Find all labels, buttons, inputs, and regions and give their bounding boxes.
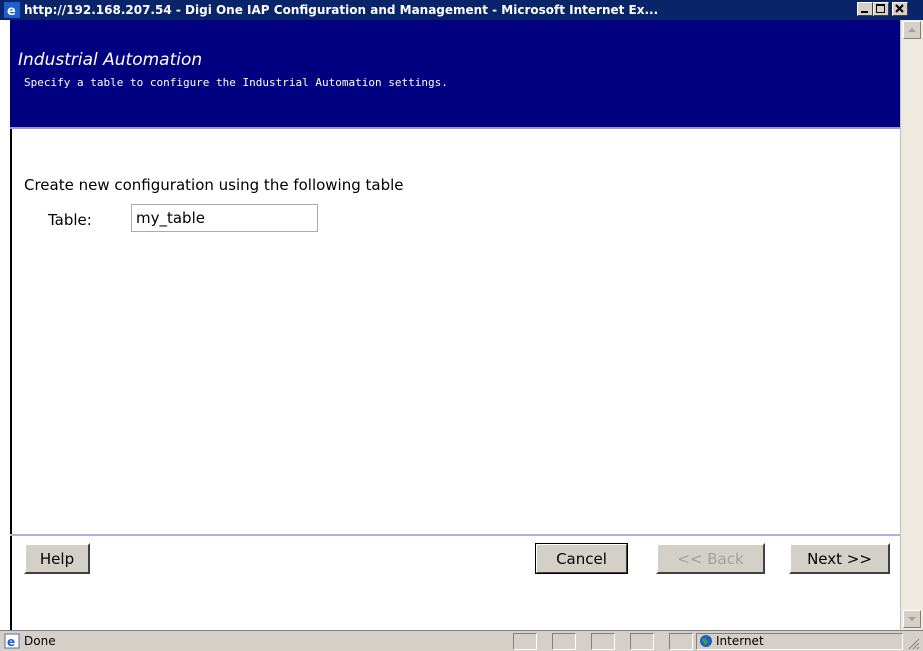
status-pane: [552, 633, 576, 650]
minimize-icon: [861, 11, 868, 13]
page-title: Industrial Automation: [18, 50, 203, 70]
close-icon: [895, 4, 904, 13]
svg-text:e: e: [7, 4, 16, 18]
status-pane: [630, 633, 654, 650]
back-button[interactable]: << Back: [656, 543, 765, 574]
window-titlebar[interactable]: e http://192.168.207.54 - Digi One IAP C…: [0, 0, 923, 20]
page-subtitle: Specify a table to configure the Industr…: [24, 76, 448, 89]
next-button[interactable]: Next >>: [789, 543, 890, 574]
scroll-down-button[interactable]: [903, 610, 921, 628]
intro-text: Create new configuration using the follo…: [24, 176, 404, 194]
table-input[interactable]: [131, 204, 318, 232]
status-pane: [591, 633, 615, 650]
header-banner: Industrial Automation Specify a table to…: [10, 48, 900, 129]
globe-icon: [700, 635, 712, 647]
window-title: http://192.168.207.54 - Digi One IAP Con…: [24, 3, 659, 17]
zone-text: Internet: [716, 634, 764, 648]
ie-icon: e: [4, 2, 20, 18]
status-pane: [513, 633, 537, 650]
resize-grip-icon[interactable]: [905, 635, 921, 651]
table-label: Table:: [48, 211, 92, 229]
down-arrow-icon: [908, 617, 916, 621]
scroll-up-button[interactable]: [903, 21, 921, 39]
banner-top: [10, 20, 900, 48]
maximize-icon: [876, 4, 885, 13]
status-pane: [669, 633, 693, 650]
minimize-button[interactable]: [857, 2, 873, 16]
maximize-button[interactable]: [873, 2, 889, 16]
svg-text:e: e: [7, 635, 15, 649]
cancel-button[interactable]: Cancel: [535, 543, 628, 574]
close-button[interactable]: [892, 2, 908, 16]
footer-divider: [10, 534, 900, 536]
status-bar: e Done Internet: [0, 630, 923, 651]
page-icon: e: [4, 633, 20, 649]
help-button[interactable]: Help: [24, 543, 90, 574]
status-text: Done: [24, 634, 56, 648]
vertical-scrollbar[interactable]: [900, 20, 923, 630]
up-arrow-icon: [908, 28, 916, 32]
